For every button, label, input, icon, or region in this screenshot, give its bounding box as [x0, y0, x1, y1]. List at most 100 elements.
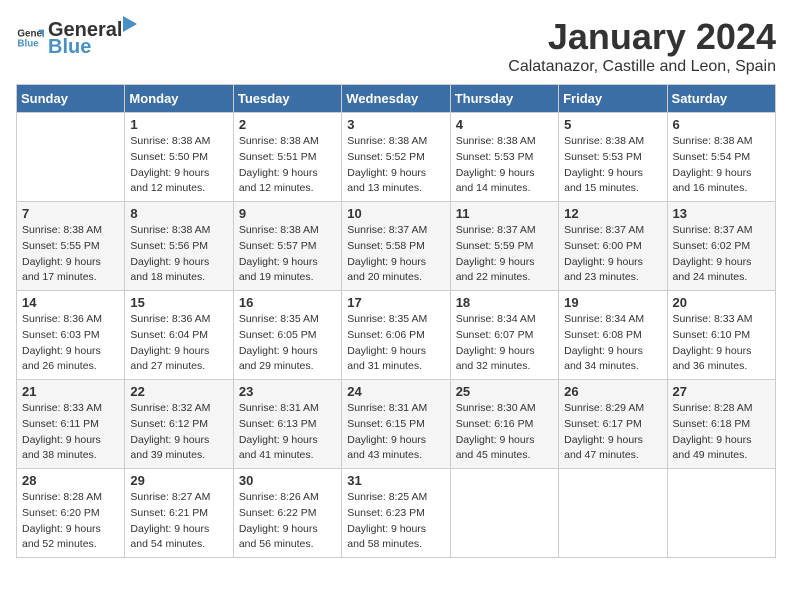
calendar-cell: [450, 469, 558, 558]
calendar-cell: 19 Sunrise: 8:34 AM Sunset: 6:08 PM Dayli…: [559, 291, 667, 380]
calendar-cell: 4Sunrise: 8:38 AM Sunset: 5:53 PM Daylig…: [450, 113, 558, 202]
cell-content: Sunrise: 8:38 AM Sunset: 5:53 PM Dayligh…: [564, 134, 661, 197]
day-number: 3: [347, 117, 444, 132]
cell-content: Sunrise: 8:36 AM Sunset: 6:03 PM Dayligh…: [22, 312, 119, 375]
day-number: 11: [456, 206, 553, 221]
day-number: 6: [673, 117, 770, 132]
column-header-thursday: Thursday: [450, 85, 558, 113]
calendar-header-row: SundayMondayTuesdayWednesdayThursdayFrid…: [17, 85, 776, 113]
cell-content: Sunrise: 8:37 AM Sunset: 5:58 PM Dayligh…: [347, 223, 444, 286]
calendar-cell: 18Sunrise: 8:34 AM Sunset: 6:07 PM Dayli…: [450, 291, 558, 380]
calendar-cell: 10Sunrise: 8:37 AM Sunset: 5:58 PM Dayli…: [342, 202, 450, 291]
calendar-cell: 31 Sunrise: 8:25 AM Sunset: 6:23 PM Dayli…: [342, 469, 450, 558]
calendar-cell: 15 Sunrise: 8:36 AM Sunset: 6:04 PM Dayli…: [125, 291, 233, 380]
day-number: 19: [564, 295, 661, 310]
main-title: January 2024: [508, 16, 776, 58]
calendar-table: SundayMondayTuesdayWednesdayThursdayFrid…: [16, 84, 776, 558]
column-header-friday: Friday: [559, 85, 667, 113]
day-number: 1: [130, 117, 227, 132]
calendar-cell: 28Sunrise: 8:28 AM Sunset: 6:20 PM Dayli…: [17, 469, 125, 558]
cell-content: Sunrise: 8:37 AM Sunset: 6:00 PM Dayligh…: [564, 223, 661, 286]
calendar-cell: 25Sunrise: 8:30 AM Sunset: 6:16 PM Dayli…: [450, 380, 558, 469]
calendar-cell: 9 Sunrise: 8:38 AM Sunset: 5:57 PM Daylig…: [233, 202, 341, 291]
calendar-cell: 2 Sunrise: 8:38 AM Sunset: 5:51 PM Daylig…: [233, 113, 341, 202]
calendar-cell: 27Sunrise: 8:28 AM Sunset: 6:18 PM Dayli…: [667, 380, 775, 469]
day-number: 31: [347, 473, 444, 488]
cell-content: Sunrise: 8:32 AM Sunset: 6:12 PM Dayligh…: [130, 401, 227, 464]
column-header-sunday: Sunday: [17, 85, 125, 113]
calendar-body: 1 Sunrise: 8:38 AM Sunset: 5:50 PM Daylig…: [17, 113, 776, 558]
calendar-cell: 5 Sunrise: 8:38 AM Sunset: 5:53 PM Daylig…: [559, 113, 667, 202]
calendar-cell: 12 Sunrise: 8:37 AM Sunset: 6:00 PM Dayli…: [559, 202, 667, 291]
column-header-wednesday: Wednesday: [342, 85, 450, 113]
day-number: 12: [564, 206, 661, 221]
cell-content: Sunrise: 8:31 AM Sunset: 6:13 PM Dayligh…: [239, 401, 336, 464]
cell-content: Sunrise: 8:38 AM Sunset: 5:50 PM Dayligh…: [130, 134, 227, 197]
calendar-week-row: 1 Sunrise: 8:38 AM Sunset: 5:50 PM Daylig…: [17, 113, 776, 202]
cell-content: Sunrise: 8:38 AM Sunset: 5:54 PM Dayligh…: [673, 134, 770, 197]
calendar-week-row: 7 Sunrise: 8:38 AM Sunset: 5:55 PM Daylig…: [17, 202, 776, 291]
day-number: 15: [130, 295, 227, 310]
day-number: 18: [456, 295, 553, 310]
cell-content: Sunrise: 8:38 AM Sunset: 5:55 PM Dayligh…: [22, 223, 119, 286]
cell-content: Sunrise: 8:27 AM Sunset: 6:21 PM Dayligh…: [130, 490, 227, 553]
day-number: 7: [22, 206, 119, 221]
cell-content: Sunrise: 8:35 AM Sunset: 6:06 PM Dayligh…: [347, 312, 444, 375]
cell-content: Sunrise: 8:38 AM Sunset: 5:53 PM Dayligh…: [456, 134, 553, 197]
title-area: January 2024 Calatanazor, Castille and L…: [508, 16, 776, 76]
calendar-week-row: 14 Sunrise: 8:36 AM Sunset: 6:03 PM Dayli…: [17, 291, 776, 380]
calendar-cell: [667, 469, 775, 558]
day-number: 8: [130, 206, 227, 221]
day-number: 17: [347, 295, 444, 310]
calendar-week-row: 28Sunrise: 8:28 AM Sunset: 6:20 PM Dayli…: [17, 469, 776, 558]
calendar-cell: 16Sunrise: 8:35 AM Sunset: 6:05 PM Dayli…: [233, 291, 341, 380]
column-header-monday: Monday: [125, 85, 233, 113]
day-number: 13: [673, 206, 770, 221]
cell-content: Sunrise: 8:34 AM Sunset: 6:08 PM Dayligh…: [564, 312, 661, 375]
calendar-cell: 26 Sunrise: 8:29 AM Sunset: 6:17 PM Dayli…: [559, 380, 667, 469]
day-number: 21: [22, 384, 119, 399]
cell-content: Sunrise: 8:28 AM Sunset: 6:18 PM Dayligh…: [673, 401, 770, 464]
calendar-cell: 6 Sunrise: 8:38 AM Sunset: 5:54 PM Daylig…: [667, 113, 775, 202]
calendar-cell: 14 Sunrise: 8:36 AM Sunset: 6:03 PM Dayli…: [17, 291, 125, 380]
calendar-cell: 22 Sunrise: 8:32 AM Sunset: 6:12 PM Dayli…: [125, 380, 233, 469]
day-number: 30: [239, 473, 336, 488]
calendar-cell: 3 Sunrise: 8:38 AM Sunset: 5:52 PM Daylig…: [342, 113, 450, 202]
day-number: 14: [22, 295, 119, 310]
cell-content: Sunrise: 8:37 AM Sunset: 6:02 PM Dayligh…: [673, 223, 770, 286]
cell-content: Sunrise: 8:37 AM Sunset: 5:59 PM Dayligh…: [456, 223, 553, 286]
header: General Blue General Blue January 2024 C…: [16, 16, 776, 76]
logo-flag-icon: [123, 16, 137, 36]
cell-content: Sunrise: 8:38 AM Sunset: 5:51 PM Dayligh…: [239, 134, 336, 197]
cell-content: Sunrise: 8:25 AM Sunset: 6:23 PM Dayligh…: [347, 490, 444, 553]
calendar-cell: 11 Sunrise: 8:37 AM Sunset: 5:59 PM Dayli…: [450, 202, 558, 291]
calendar-cell: 13 Sunrise: 8:37 AM Sunset: 6:02 PM Dayli…: [667, 202, 775, 291]
logo: General Blue General Blue: [16, 16, 138, 59]
svg-text:Blue: Blue: [17, 38, 39, 49]
logo-icon: General Blue: [16, 24, 44, 52]
cell-content: Sunrise: 8:36 AM Sunset: 6:04 PM Dayligh…: [130, 312, 227, 375]
cell-content: Sunrise: 8:35 AM Sunset: 6:05 PM Dayligh…: [239, 312, 336, 375]
day-number: 2: [239, 117, 336, 132]
calendar-cell: [17, 113, 125, 202]
calendar-cell: 17 Sunrise: 8:35 AM Sunset: 6:06 PM Dayli…: [342, 291, 450, 380]
calendar-cell: 29Sunrise: 8:27 AM Sunset: 6:21 PM Dayli…: [125, 469, 233, 558]
cell-content: Sunrise: 8:38 AM Sunset: 5:57 PM Dayligh…: [239, 223, 336, 286]
cell-content: Sunrise: 8:30 AM Sunset: 6:16 PM Dayligh…: [456, 401, 553, 464]
day-number: 23: [239, 384, 336, 399]
calendar-cell: 7 Sunrise: 8:38 AM Sunset: 5:55 PM Daylig…: [17, 202, 125, 291]
cell-content: Sunrise: 8:38 AM Sunset: 5:52 PM Dayligh…: [347, 134, 444, 197]
calendar-cell: 1 Sunrise: 8:38 AM Sunset: 5:50 PM Daylig…: [125, 113, 233, 202]
calendar-cell: 23 Sunrise: 8:31 AM Sunset: 6:13 PM Dayli…: [233, 380, 341, 469]
cell-content: Sunrise: 8:33 AM Sunset: 6:11 PM Dayligh…: [22, 401, 119, 464]
day-number: 20: [673, 295, 770, 310]
day-number: 26: [564, 384, 661, 399]
cell-content: Sunrise: 8:29 AM Sunset: 6:17 PM Dayligh…: [564, 401, 661, 464]
calendar-cell: 8Sunrise: 8:38 AM Sunset: 5:56 PM Daylig…: [125, 202, 233, 291]
day-number: 22: [130, 384, 227, 399]
day-number: 5: [564, 117, 661, 132]
day-number: 9: [239, 206, 336, 221]
cell-content: Sunrise: 8:26 AM Sunset: 6:22 PM Dayligh…: [239, 490, 336, 553]
calendar-cell: 20Sunrise: 8:33 AM Sunset: 6:10 PM Dayli…: [667, 291, 775, 380]
column-header-tuesday: Tuesday: [233, 85, 341, 113]
